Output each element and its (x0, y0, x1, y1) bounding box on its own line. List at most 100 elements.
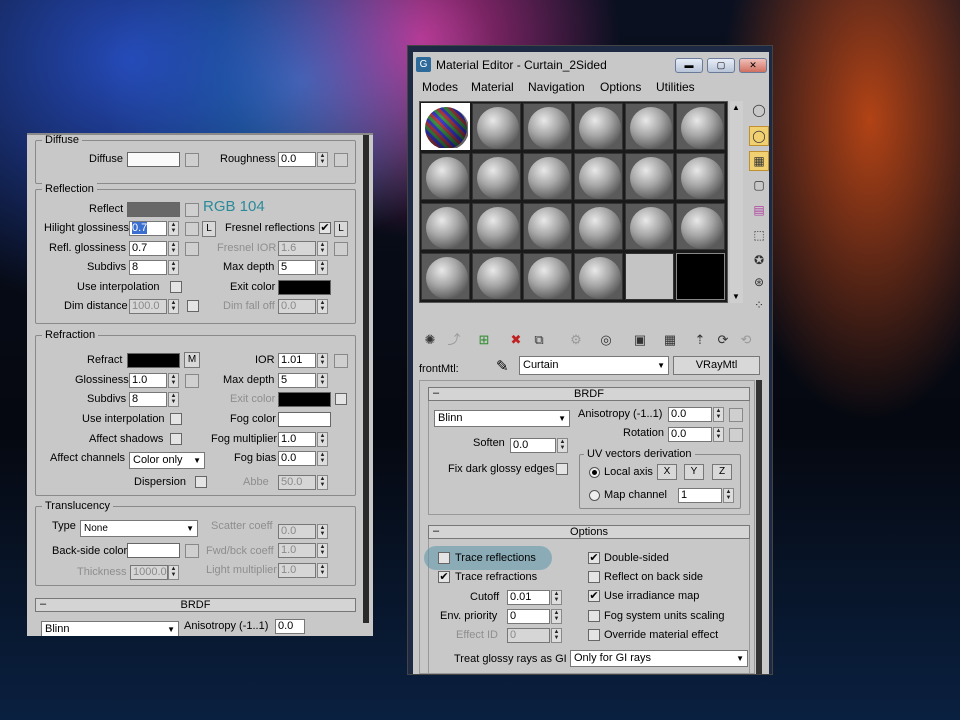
ior-input[interactable]: 1.01 (278, 353, 316, 368)
backside-map-button[interactable] (185, 544, 199, 558)
sample-slot[interactable] (574, 253, 623, 300)
hilight-map-button[interactable] (185, 222, 199, 236)
refl-glossiness-spinner[interactable]: ▲ ▼ (168, 241, 179, 256)
sample-slot[interactable] (523, 103, 572, 150)
hilight-glossiness-input[interactable]: 0.7 (129, 221, 167, 236)
trace-reflections-checkbox[interactable] (438, 552, 450, 564)
left-brdf-rollout-header[interactable]: – BRDF (35, 598, 356, 612)
refr-max-depth-input[interactable]: 5 (278, 373, 316, 388)
fog-multiplier-spinner[interactable]: ▲ ▼ (317, 432, 328, 447)
get-material-icon[interactable]: ✺ (420, 330, 440, 350)
assign-material-icon[interactable]: ⊞ (474, 330, 494, 350)
go-to-parent-icon[interactable]: ⇡ (690, 330, 710, 350)
axis-z-button[interactable]: Z (712, 464, 732, 480)
sample-slot[interactable] (523, 253, 572, 300)
affect-shadows-checkbox[interactable] (170, 433, 182, 445)
material-name-dropdown[interactable]: Curtain (519, 356, 669, 375)
fog-multiplier-input[interactable]: 1.0 (278, 432, 316, 447)
reflect-back-side-checkbox[interactable] (588, 571, 600, 583)
effect-id-input[interactable]: 0 (507, 628, 550, 643)
pick-from-object-icon[interactable]: ⟲ (736, 330, 756, 350)
dim-falloff-input[interactable]: 0.0 (278, 299, 316, 314)
local-axis-radio[interactable] (589, 467, 600, 478)
titlebar[interactable]: G Material Editor - Curtain_2Sided ▬ ▢ ✕ (413, 54, 769, 76)
brdf-rollout-header[interactable]: – BRDF (428, 387, 750, 401)
sample-slot[interactable] (625, 203, 674, 250)
abbe-spinner[interactable]: ▲ ▼ (317, 475, 328, 490)
left-anisotropy-input[interactable]: 0.0 (275, 619, 305, 634)
refr-exit-color-checkbox[interactable] (335, 393, 347, 405)
options-icon[interactable]: ✪ (749, 251, 769, 271)
sample-slot[interactable] (421, 253, 470, 300)
sample-slot[interactable] (574, 103, 623, 150)
sample-slot[interactable] (472, 253, 521, 300)
scatter-coeff-spinner[interactable]: ▲ ▼ (317, 524, 328, 539)
roughness-input[interactable]: 0.0 (278, 152, 316, 167)
video-color-check-icon[interactable]: ▤ (749, 201, 769, 221)
refl-max-depth-spinner[interactable]: ▲ ▼ (317, 260, 328, 275)
fresnel-ior-spinner[interactable]: ▲ ▼ (317, 241, 328, 256)
hilight-glossiness-spinner[interactable]: ▲ ▼ (168, 221, 179, 236)
sample-slot[interactable] (523, 203, 572, 250)
material-map-navigator-icon[interactable]: ⁘ (749, 296, 769, 316)
refract-color-swatch[interactable] (127, 353, 180, 368)
sample-slot-active[interactable] (421, 103, 470, 150)
sample-slot[interactable] (676, 153, 725, 200)
ior-spinner[interactable]: ▲ ▼ (317, 353, 328, 368)
put-to-library-icon[interactable]: ⚙ (566, 330, 586, 350)
sample-slot[interactable] (523, 153, 572, 200)
refr-glossiness-map-button[interactable] (185, 374, 199, 388)
use-irradiance-map-checkbox[interactable]: ✔ (588, 590, 600, 602)
close-button[interactable]: ✕ (739, 58, 767, 73)
roughness-spinner[interactable]: ▲ ▼ (317, 152, 328, 167)
sample-slot[interactable] (472, 103, 521, 150)
sample-slot[interactable] (676, 203, 725, 250)
sample-slot[interactable] (421, 153, 470, 200)
sample-type-icon[interactable]: ◯ (749, 101, 769, 121)
refl-glossiness-map-button[interactable] (185, 242, 199, 256)
sample-slot[interactable] (574, 153, 623, 200)
ior-map-button[interactable] (334, 354, 348, 368)
roughness-map-button[interactable] (334, 153, 348, 167)
hilight-lock-button[interactable]: L (202, 221, 216, 237)
show-map-in-viewport-icon[interactable]: ▣ (630, 330, 650, 350)
refl-glossiness-input[interactable]: 0.7 (129, 241, 167, 256)
refl-max-depth-input[interactable]: 5 (278, 260, 316, 275)
refract-map-button[interactable]: M (184, 352, 200, 368)
menu-material[interactable]: Material (471, 80, 514, 94)
refr-subdivs-input[interactable]: 8 (129, 392, 167, 407)
rotation-input[interactable]: 0.0 (668, 427, 712, 442)
menu-navigation[interactable]: Navigation (528, 80, 585, 94)
map-channel-spinner[interactable]: ▲ ▼ (723, 488, 734, 503)
fog-color-swatch[interactable] (278, 412, 331, 427)
effect-id-spinner[interactable]: ▲ ▼ (551, 628, 562, 643)
show-end-result-icon[interactable]: ▦ (660, 330, 680, 350)
maximize-button[interactable]: ▢ (707, 58, 735, 73)
dim-distance-checkbox[interactable] (187, 300, 199, 312)
options-rollout-header[interactable]: – Options (428, 525, 750, 539)
anisotropy-spinner[interactable]: ▲ ▼ (713, 407, 724, 422)
fog-bias-spinner[interactable]: ▲ ▼ (317, 451, 328, 466)
sample-slot[interactable] (421, 203, 470, 250)
dim-distance-input[interactable]: 100.0 (129, 299, 167, 314)
refl-use-interpolation-checkbox[interactable] (170, 281, 182, 293)
left-panel-scrollbar[interactable] (363, 133, 369, 623)
cutoff-input[interactable]: 0.01 (507, 590, 550, 605)
minimize-button[interactable]: ▬ (675, 58, 703, 73)
refr-exit-color-swatch[interactable] (278, 392, 331, 407)
menu-options[interactable]: Options (600, 80, 641, 94)
double-sided-checkbox[interactable]: ✔ (588, 552, 600, 564)
scatter-coeff-input[interactable]: 0.0 (278, 524, 316, 539)
reflect-color-swatch[interactable] (127, 202, 180, 217)
anisotropy-map-button[interactable] (729, 408, 743, 422)
make-unique-icon[interactable]: ⧉ (529, 330, 549, 350)
refr-glossiness-input[interactable]: 1.0 (129, 373, 167, 388)
reflect-map-button[interactable] (185, 203, 199, 217)
env-priority-spinner[interactable]: ▲ ▼ (551, 609, 562, 624)
refl-subdivs-input[interactable]: 8 (129, 260, 167, 275)
sample-slot[interactable] (472, 153, 521, 200)
fwd-bck-coeff-spinner[interactable]: ▲ ▼ (317, 543, 328, 558)
dim-distance-spinner[interactable]: ▲ ▼ (168, 299, 179, 314)
brdf-type-dropdown[interactable]: Blinn (434, 410, 570, 427)
translucency-type-dropdown[interactable]: None (80, 520, 198, 537)
